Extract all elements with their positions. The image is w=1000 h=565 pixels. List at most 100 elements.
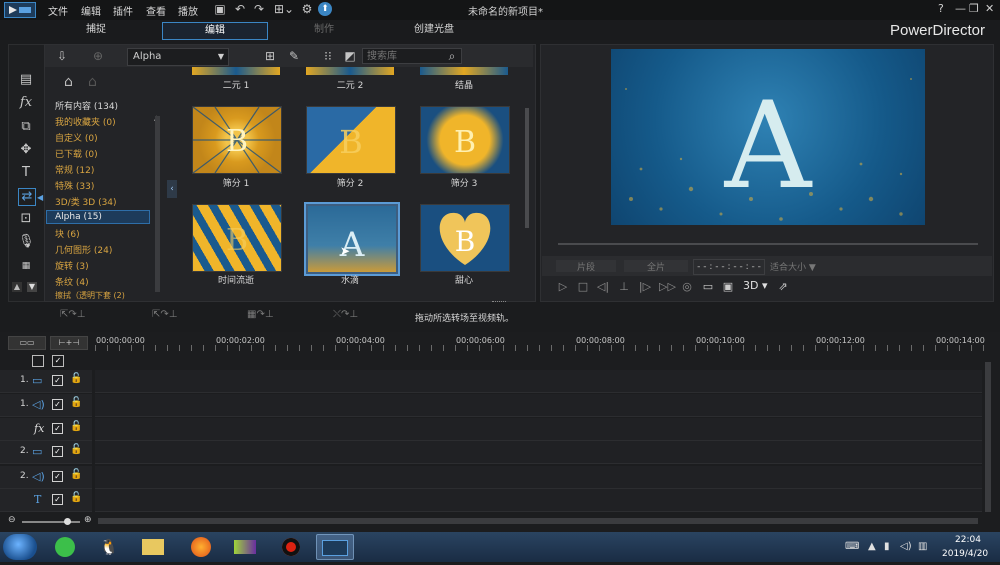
category-item[interactable]: 我的收藏夹 (0) xyxy=(55,115,116,128)
clock-date[interactable]: 2019/4/20 xyxy=(942,549,988,559)
settings-icon[interactable]: ⚙ xyxy=(300,2,314,16)
firefox-icon[interactable] xyxy=(182,534,220,560)
track-enable-checkbox[interactable]: ✓ xyxy=(52,471,63,482)
subtitle-icon[interactable]: ▭ xyxy=(701,280,715,293)
clip-mode-button[interactable]: 片段 xyxy=(556,260,616,273)
menu-plugins[interactable]: 插件 xyxy=(113,3,133,18)
library-scrollbar[interactable] xyxy=(525,108,529,228)
undock-icon[interactable]: ⇗ xyxy=(776,280,790,293)
category-item[interactable]: 旋转 (3) xyxy=(55,259,89,272)
help-button[interactable]: ? xyxy=(938,2,944,15)
menu-view[interactable]: 查看 xyxy=(146,3,166,18)
track-visibility-master[interactable] xyxy=(32,355,44,367)
transition-thumb[interactable]: B xyxy=(420,204,510,272)
track-enable-master[interactable]: ✓ xyxy=(52,355,64,367)
apply-cross-icon[interactable]: ⤬↷⊥ xyxy=(333,309,358,320)
tab-capture[interactable]: 捕捉 xyxy=(60,22,132,38)
volume-tray-icon[interactable]: ◁) xyxy=(900,541,912,552)
category-item-selected[interactable]: Alpha (15) xyxy=(46,210,150,224)
next-frame-icon[interactable]: |▷ xyxy=(638,280,652,293)
volume-icon[interactable]: ▣ xyxy=(721,280,735,293)
category-item[interactable]: 擦拭（透明下套 (2) xyxy=(55,290,125,301)
redo-icon[interactable]: ↷ xyxy=(252,2,266,16)
transition-thumb[interactable]: B xyxy=(306,106,396,174)
network-icon[interactable]: ▥ xyxy=(918,541,927,552)
restore-button[interactable]: ❐ xyxy=(969,2,979,15)
play-icon[interactable]: ▷ xyxy=(556,280,570,293)
aspect-ratio-icon[interactable]: ⊞⌄ xyxy=(272,2,296,16)
particle-room-icon[interactable]: ✥ xyxy=(18,142,34,158)
category-item[interactable]: 常规 (12) xyxy=(55,163,94,176)
track-enable-checkbox[interactable]: ✓ xyxy=(52,399,63,410)
category-item[interactable]: 所有内容 (134) xyxy=(55,99,118,112)
tab-produce[interactable]: 制作 xyxy=(288,22,360,38)
timeline-zoom-slider[interactable]: ⊖ ⊕ xyxy=(8,515,98,526)
transition-thumb[interactable]: B xyxy=(192,204,282,272)
keyboard-icon[interactable]: ⌨ xyxy=(845,541,859,552)
title-track-row[interactable] xyxy=(95,489,982,512)
file-explorer-icon[interactable] xyxy=(134,534,172,560)
category-scrollbar[interactable] xyxy=(155,116,160,292)
minimize-button[interactable]: — xyxy=(955,2,966,15)
category-item[interactable]: 块 (6) xyxy=(55,227,80,240)
grid-view-icon[interactable]: ⁝⁝ xyxy=(320,48,336,64)
category-item[interactable]: 条纹 (4) xyxy=(55,275,89,288)
save-icon[interactable]: ▣ xyxy=(213,2,227,16)
snapshot-icon[interactable]: ◎ xyxy=(680,280,694,293)
apply-to-all-icon[interactable]: ⇱↷⊥ xyxy=(60,309,85,320)
media-room-icon[interactable]: ▤ xyxy=(18,72,34,88)
video-track-row[interactable] xyxy=(95,370,982,393)
category-filter-select[interactable]: Alpha ▼ xyxy=(127,48,229,66)
clock-time[interactable]: 22:04 xyxy=(955,535,981,545)
remove-tag-icon[interactable]: ⌂ xyxy=(88,74,97,90)
timecode-display[interactable]: - - : - - : - - : - - xyxy=(693,259,765,275)
thumbnail-size-icon[interactable]: ◩ xyxy=(342,48,358,64)
transition-thumb-partial[interactable] xyxy=(192,67,280,75)
undo-icon[interactable]: ↶ xyxy=(233,2,247,16)
track-enable-checkbox[interactable]: ✓ xyxy=(52,423,63,434)
zoom-handle[interactable] xyxy=(64,518,71,525)
zoom-track[interactable] xyxy=(22,521,80,523)
timeline-toggle[interactable]: ⊢+⊣ xyxy=(50,336,88,350)
voiceover-icon[interactable]: 🎙 xyxy=(18,234,35,250)
fit-size-select[interactable]: 适合大小 ▼ xyxy=(770,260,826,273)
scroll-down-icon[interactable]: ▼ xyxy=(27,282,37,292)
media-app-icon[interactable] xyxy=(226,534,264,560)
lock-icon[interactable]: 🔓 xyxy=(70,421,82,432)
track-enable-checkbox[interactable]: ✓ xyxy=(52,375,63,386)
track-enable-checkbox[interactable]: ✓ xyxy=(52,446,63,457)
tab-edit[interactable]: 编辑 xyxy=(162,22,268,40)
lock-icon[interactable]: 🔓 xyxy=(70,469,82,480)
battery-icon[interactable]: ▮ xyxy=(884,541,890,552)
transition-thumb[interactable]: B xyxy=(420,106,510,174)
preview-seek-bar[interactable] xyxy=(558,243,978,245)
transition-thumb[interactable]: B xyxy=(192,106,282,174)
show-hidden-icons[interactable]: ▲ xyxy=(868,541,876,552)
screen-recorder-icon[interactable] xyxy=(272,534,310,560)
menu-playback[interactable]: 播放 xyxy=(178,3,198,18)
transition-room-icon[interactable]: ⇄ xyxy=(18,188,36,206)
track-enable-checkbox[interactable]: ✓ xyxy=(52,494,63,505)
audio-mixing-icon[interactable]: ⊡ xyxy=(18,211,34,227)
360-browser-icon[interactable] xyxy=(46,534,84,560)
collapse-panel-icon[interactable]: ‹ xyxy=(167,180,177,198)
timeline-ruler[interactable] xyxy=(95,345,985,351)
split-icon[interactable]: ⊥ xyxy=(617,280,631,293)
timeline-horizontal-scrollbar[interactable] xyxy=(98,518,978,524)
fx-room-icon[interactable]: fx xyxy=(18,95,34,111)
fx-track-row[interactable] xyxy=(95,418,982,441)
transition-thumb-partial[interactable] xyxy=(306,67,394,75)
transition-thumb-selected[interactable]: A ➤ xyxy=(304,202,400,276)
start-button-icon[interactable] xyxy=(3,534,37,560)
explore-icon[interactable]: ⊕ xyxy=(90,48,106,64)
category-item[interactable]: 特殊 (33) xyxy=(55,179,94,192)
lock-icon[interactable]: 🔓 xyxy=(70,373,82,384)
resize-handle[interactable] xyxy=(492,301,506,304)
chapter-room-icon[interactable]: ▦ xyxy=(18,258,34,274)
lock-icon[interactable]: 🔓 xyxy=(70,444,82,455)
tab-create-disc[interactable]: 创建光盘 xyxy=(396,22,472,38)
menu-file[interactable]: 文件 xyxy=(48,3,68,18)
zoom-out-icon[interactable]: ⊖ xyxy=(8,515,16,525)
audio-track-row[interactable] xyxy=(95,466,982,489)
add-tag-icon[interactable]: ⌂ xyxy=(64,74,73,90)
